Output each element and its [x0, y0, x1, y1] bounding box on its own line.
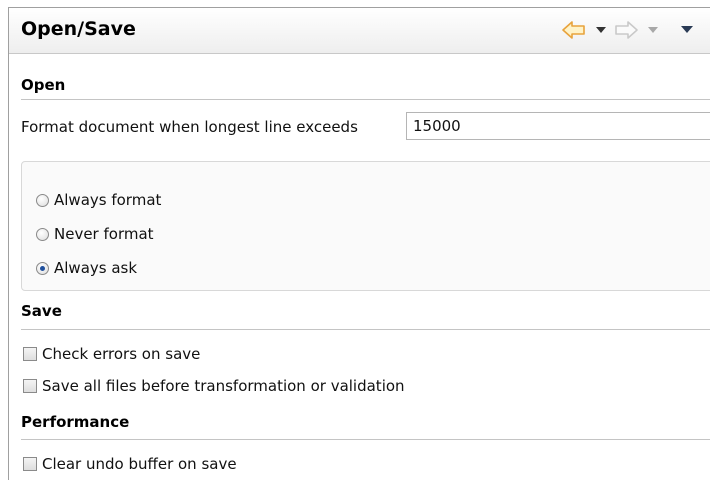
section-divider — [21, 439, 710, 440]
checkbox-label: Clear undo buffer on save — [42, 455, 237, 473]
forward-arrow-icon[interactable] — [613, 21, 639, 39]
page-title: Open/Save — [21, 18, 136, 40]
back-arrow-icon[interactable] — [561, 21, 587, 39]
checkbox[interactable] — [23, 457, 37, 471]
radio-always-format[interactable]: Always format — [36, 191, 161, 209]
section-title-open: Open — [21, 76, 66, 94]
radio-never-format[interactable]: Never format — [36, 225, 154, 243]
preferences-page: Open/Save Open Format document when long… — [8, 7, 710, 480]
checkbox-save-all-files[interactable]: Save all files before transformation or … — [23, 377, 405, 395]
radio-button-selected[interactable] — [36, 261, 49, 275]
radio-label: Always ask — [54, 259, 138, 277]
format-threshold-label: Format document when longest line exceed… — [21, 118, 358, 136]
forward-dropdown-icon[interactable] — [647, 21, 659, 39]
section-title-save: Save — [21, 302, 62, 320]
format-threshold-input[interactable] — [406, 112, 710, 140]
radio-label: Always format — [54, 191, 162, 209]
format-options-group: Always format Never format Always ask — [21, 161, 710, 291]
checkbox-label: Check errors on save — [42, 345, 201, 363]
checkbox-clear-undo[interactable]: Clear undo buffer on save — [23, 455, 237, 473]
radio-button[interactable] — [36, 227, 49, 241]
view-menu-icon[interactable] — [680, 21, 694, 39]
back-dropdown-icon[interactable] — [595, 21, 607, 39]
checkbox-check-errors[interactable]: Check errors on save — [23, 345, 200, 363]
radio-always-ask[interactable]: Always ask — [36, 259, 137, 277]
checkbox[interactable] — [23, 379, 37, 393]
page-header: Open/Save — [9, 8, 710, 54]
radio-label: Never format — [54, 225, 154, 243]
section-divider — [21, 99, 710, 100]
checkbox-label: Save all files before transformation or … — [42, 377, 405, 395]
section-divider — [21, 329, 710, 330]
checkbox[interactable] — [23, 347, 37, 361]
section-title-performance: Performance — [21, 413, 130, 431]
radio-button[interactable] — [36, 193, 49, 207]
